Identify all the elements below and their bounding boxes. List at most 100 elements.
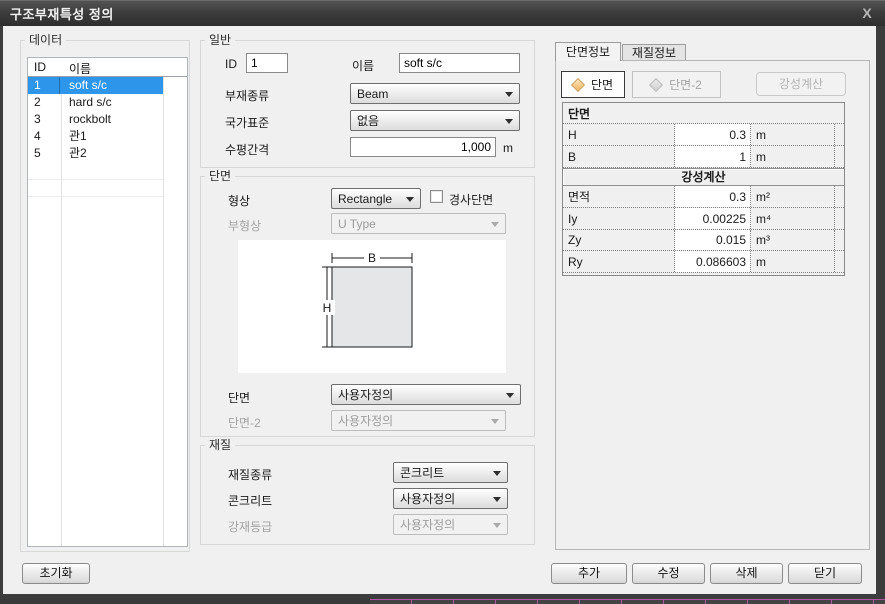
dimension-h-label: H — [323, 301, 332, 315]
steel-grade-select: 사용자정의 — [393, 514, 508, 535]
reset-button[interactable]: 초기화 — [22, 563, 90, 584]
id-label: ID — [225, 57, 237, 71]
section2-select: 사용자정의 — [331, 410, 506, 431]
steel-grade-label: 강재등급 — [228, 518, 272, 535]
incline-section-label: 경사단면 — [449, 191, 493, 208]
standard-label: 국가표준 — [225, 114, 269, 131]
section-diagram: B H — [238, 240, 506, 373]
data-table-header: ID 이름 — [28, 58, 187, 77]
row-value: 0.086603 — [675, 251, 751, 272]
spacing-unit-label: m — [503, 141, 513, 155]
member-type-value: Beam — [357, 87, 388, 101]
row-label: B — [563, 146, 675, 167]
row-value: 0.00225 — [675, 208, 751, 229]
row-filler — [835, 146, 844, 167]
column-header-id: ID — [34, 60, 46, 74]
row-label: Iy — [563, 208, 675, 229]
section-group-label: 단면 — [205, 169, 235, 183]
row-name: hard s/c — [69, 94, 112, 111]
subshape-label: 부형상 — [228, 217, 261, 234]
subshape-select: U Type — [331, 213, 506, 234]
row-filler — [835, 186, 844, 207]
row-name: rockbolt — [69, 111, 111, 128]
section2-select-label: 단면-2 — [228, 414, 261, 431]
stiffness-calc-row[interactable]: 강성계산 — [563, 168, 844, 186]
column-separator — [163, 58, 164, 546]
table-row[interactable]: 4 관1 — [28, 128, 163, 145]
shape-value: Rectangle — [338, 192, 392, 206]
row-unit: m² — [751, 186, 835, 207]
row-id: 1 — [34, 77, 60, 94]
table-row[interactable]: 5 관2 — [28, 145, 163, 162]
member-type-select[interactable]: Beam — [350, 83, 520, 104]
info-table-row: B 1 m — [563, 146, 844, 168]
row-id: 2 — [34, 94, 60, 111]
material-group-label: 재질 — [205, 438, 235, 452]
dialog-structural-member-properties: 구조부재특성 정의 X 데이터 ID 이름 1 soft s/c 2 hard … — [0, 0, 885, 604]
shape-label: 형상 — [228, 192, 250, 209]
section-select-label: 단면 — [228, 389, 250, 406]
data-group-label: 데이터 — [25, 33, 66, 47]
info-table-row: 면적 0.3 m² — [563, 186, 844, 208]
dropdown-arrow-icon — [491, 419, 499, 424]
section-select[interactable]: 사용자정의 — [331, 384, 521, 405]
section-toggle-button[interactable]: 단면 — [561, 71, 625, 98]
id-field[interactable] — [246, 53, 288, 73]
table-row[interactable]: 1 soft s/c — [28, 77, 163, 94]
standard-select[interactable]: 없음 — [350, 110, 520, 131]
row-name: 관1 — [69, 128, 87, 145]
concrete-label: 콘크리트 — [228, 492, 272, 509]
row-unit: m — [751, 146, 835, 167]
table-row[interactable]: 3 rockbolt — [28, 111, 163, 128]
steel-grade-value: 사용자정의 — [400, 516, 455, 533]
delete-button[interactable]: 삭제 — [710, 563, 783, 584]
close-button[interactable]: 닫기 — [788, 563, 862, 584]
row-unit: m — [751, 124, 835, 145]
tab-section-info[interactable]: 단면정보 — [555, 42, 621, 61]
material-type-select[interactable]: 콘크리트 — [393, 462, 508, 483]
empty-row-line — [28, 179, 163, 180]
row-unit: m — [751, 251, 835, 272]
row-label: H — [563, 124, 675, 145]
dropdown-arrow-icon — [493, 471, 501, 476]
section2-select-value: 사용자정의 — [338, 412, 393, 429]
spacing-label: 수평간격 — [225, 141, 269, 158]
concrete-value: 사용자정의 — [400, 490, 455, 507]
shape-select[interactable]: Rectangle — [331, 188, 421, 209]
dropdown-arrow-icon — [506, 393, 514, 398]
table-row[interactable]: 2 hard s/c — [28, 94, 163, 111]
background-mesh-lines — [370, 599, 885, 604]
row-filler — [835, 230, 844, 250]
row-filler — [835, 208, 844, 229]
tab-material-info[interactable]: 재질정보 — [622, 44, 686, 61]
row-id: 4 — [34, 128, 60, 145]
background-app-strip — [0, 599, 885, 604]
spacing-field[interactable] — [350, 137, 496, 157]
dialog-title: 구조부재특성 정의 — [0, 4, 114, 23]
dropdown-arrow-icon — [505, 119, 513, 124]
section2-toggle-button: 단면-2 — [632, 71, 721, 98]
name-label: 이름 — [352, 57, 374, 74]
info-table-row: H 0.3 m — [563, 124, 844, 146]
row-label: Zy — [563, 230, 675, 250]
row-value[interactable]: 1 — [675, 146, 751, 167]
column-header-name: 이름 — [69, 60, 91, 77]
empty-row-line — [28, 196, 163, 197]
dropdown-arrow-icon — [493, 497, 501, 502]
row-value[interactable]: 0.3 — [675, 124, 751, 145]
stiffness-calc-button: 강성계산 — [756, 72, 846, 96]
row-unit: m³ — [751, 230, 835, 250]
row-unit: m⁴ — [751, 208, 835, 229]
concrete-select[interactable]: 사용자정의 — [393, 488, 508, 509]
close-icon[interactable]: X — [858, 4, 876, 22]
dropdown-arrow-icon — [505, 92, 513, 97]
modify-button[interactable]: 수정 — [632, 563, 705, 584]
section-toggle-label: 단면 — [591, 76, 613, 93]
section2-toggle-label: 단면-2 — [669, 76, 702, 93]
name-field[interactable] — [399, 53, 520, 73]
info-table-title: 단면 — [563, 103, 844, 124]
incline-section-checkbox[interactable] — [430, 190, 443, 203]
add-button[interactable]: 추가 — [551, 563, 627, 584]
material-type-label: 재질종류 — [228, 466, 272, 483]
row-id: 5 — [34, 145, 60, 162]
